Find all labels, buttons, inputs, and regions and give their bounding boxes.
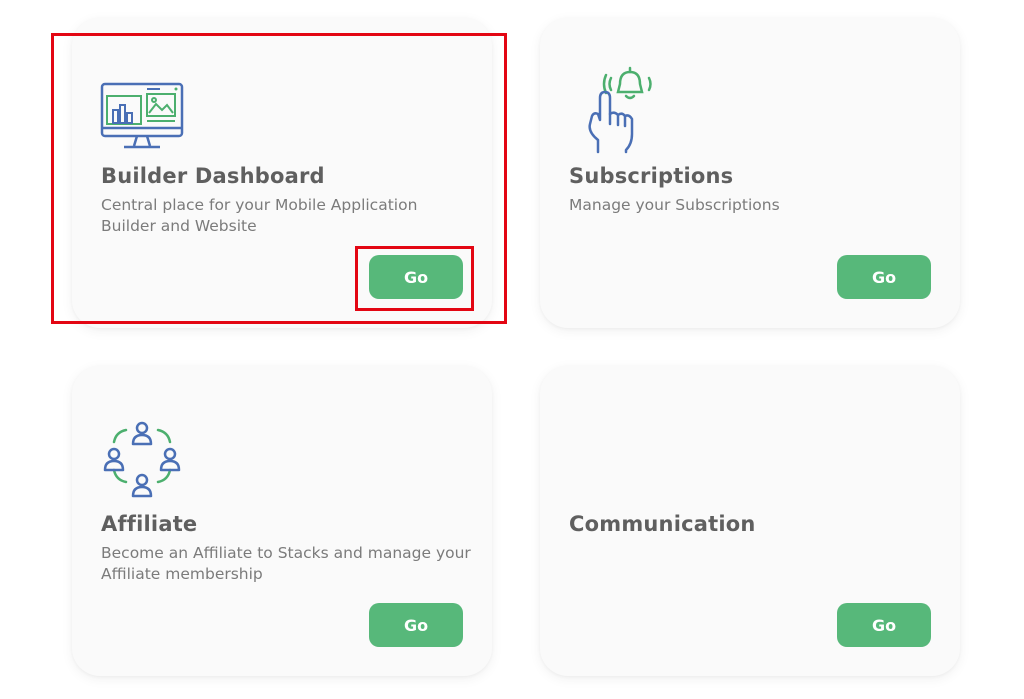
affiliate-card: Affiliate Become an Affiliate to Stacks …	[72, 366, 492, 676]
card-title: Communication	[569, 512, 756, 536]
affiliate-go-button[interactable]: Go	[369, 603, 463, 647]
builder-dashboard-go-button[interactable]: Go	[369, 255, 463, 299]
subscriptions-go-button[interactable]: Go	[837, 255, 931, 299]
monitor-dashboard-icon	[100, 82, 184, 149]
communication-card: Communication Go	[540, 366, 960, 676]
builder-dashboard-card: Builder Dashboard Central place for your…	[72, 18, 492, 328]
subscriptions-card: Subscriptions Manage your Subscriptions …	[540, 18, 960, 328]
card-description: Become an Affiliate to Stacks and manage…	[101, 544, 471, 583]
card-title: Builder Dashboard	[101, 164, 325, 188]
card-title: Subscriptions	[569, 164, 734, 188]
communication-go-button[interactable]: Go	[837, 603, 931, 647]
card-description: Manage your Subscriptions	[569, 196, 780, 214]
card-description: Central place for your Mobile Applicatio…	[101, 196, 418, 235]
card-title: Affiliate	[101, 512, 198, 536]
dashboard-page: Builder Dashboard Central place for your…	[0, 0, 1024, 699]
people-network-icon	[103, 421, 181, 498]
hand-bell-notification-icon	[588, 66, 652, 154]
